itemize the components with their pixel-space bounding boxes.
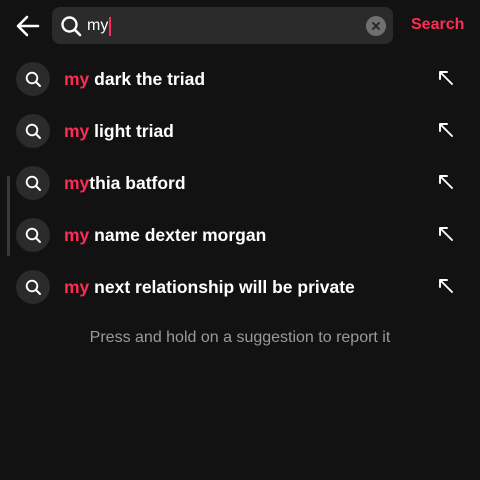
suggestion-rest: name dexter morgan [89, 225, 267, 245]
suggestion-item[interactable]: my dark the triad [0, 52, 480, 104]
suggestion-rest: next relationship will be private [89, 277, 355, 297]
search-icon-badge [16, 218, 50, 252]
suggestion-text: mythia batford [64, 172, 186, 194]
suggestion-match: my [64, 225, 90, 245]
search-icon [61, 16, 82, 37]
back-button[interactable] [14, 12, 42, 40]
clear-search-button[interactable] [366, 16, 386, 36]
suggestion-match: my [64, 69, 90, 89]
arrow-up-left-icon[interactable] [436, 172, 456, 192]
arrow-up-left-icon[interactable] [436, 120, 456, 140]
search-icon [25, 279, 41, 295]
search-header: my Search [0, 6, 480, 46]
suggestion-match: my [64, 121, 90, 141]
search-icon [25, 175, 41, 191]
arrow-up-left-icon[interactable] [436, 276, 456, 296]
text-cursor [109, 16, 112, 36]
search-query-value: my [87, 17, 109, 34]
suggestion-match: my [64, 173, 90, 193]
suggestion-match: my [64, 277, 90, 297]
suggestion-rest: thia batford [89, 173, 186, 193]
suggestion-list: my dark the triad my light triad mythia … [0, 52, 480, 312]
arrow-left-icon [16, 15, 40, 37]
suggestion-rest: dark the triad [89, 69, 206, 89]
suggestion-text: my dark the triad [64, 68, 205, 90]
search-icon-badge [16, 270, 50, 304]
search-icon-badge [16, 166, 50, 200]
search-query-text[interactable]: my [87, 16, 112, 36]
arrow-up-left-icon[interactable] [436, 68, 456, 88]
suggestion-item[interactable]: my light triad [0, 104, 480, 156]
search-suggestions-screen: my Search my dark the triad my light tri… [0, 0, 480, 480]
search-icon-badge [16, 62, 50, 96]
suggestion-item[interactable]: my next relationship will be private [0, 260, 480, 312]
suggestion-rest: light triad [89, 121, 174, 141]
search-icon [25, 227, 41, 243]
arrow-up-left-icon[interactable] [436, 224, 456, 244]
suggestion-text: my next relationship will be private [64, 276, 355, 298]
search-icon-badge [16, 114, 50, 148]
search-button[interactable]: Search [411, 16, 464, 34]
suggestion-item[interactable]: mythia batford [0, 156, 480, 208]
suggestion-item[interactable]: my name dexter morgan [0, 208, 480, 260]
suggestion-text: my light triad [64, 120, 174, 142]
report-hint-text: Press and hold on a suggestion to report… [89, 329, 391, 346]
search-icon [25, 123, 41, 139]
clear-x-icon [372, 22, 380, 30]
search-input[interactable]: my [52, 7, 393, 44]
search-icon [25, 71, 41, 87]
suggestion-text: my name dexter morgan [64, 224, 266, 246]
